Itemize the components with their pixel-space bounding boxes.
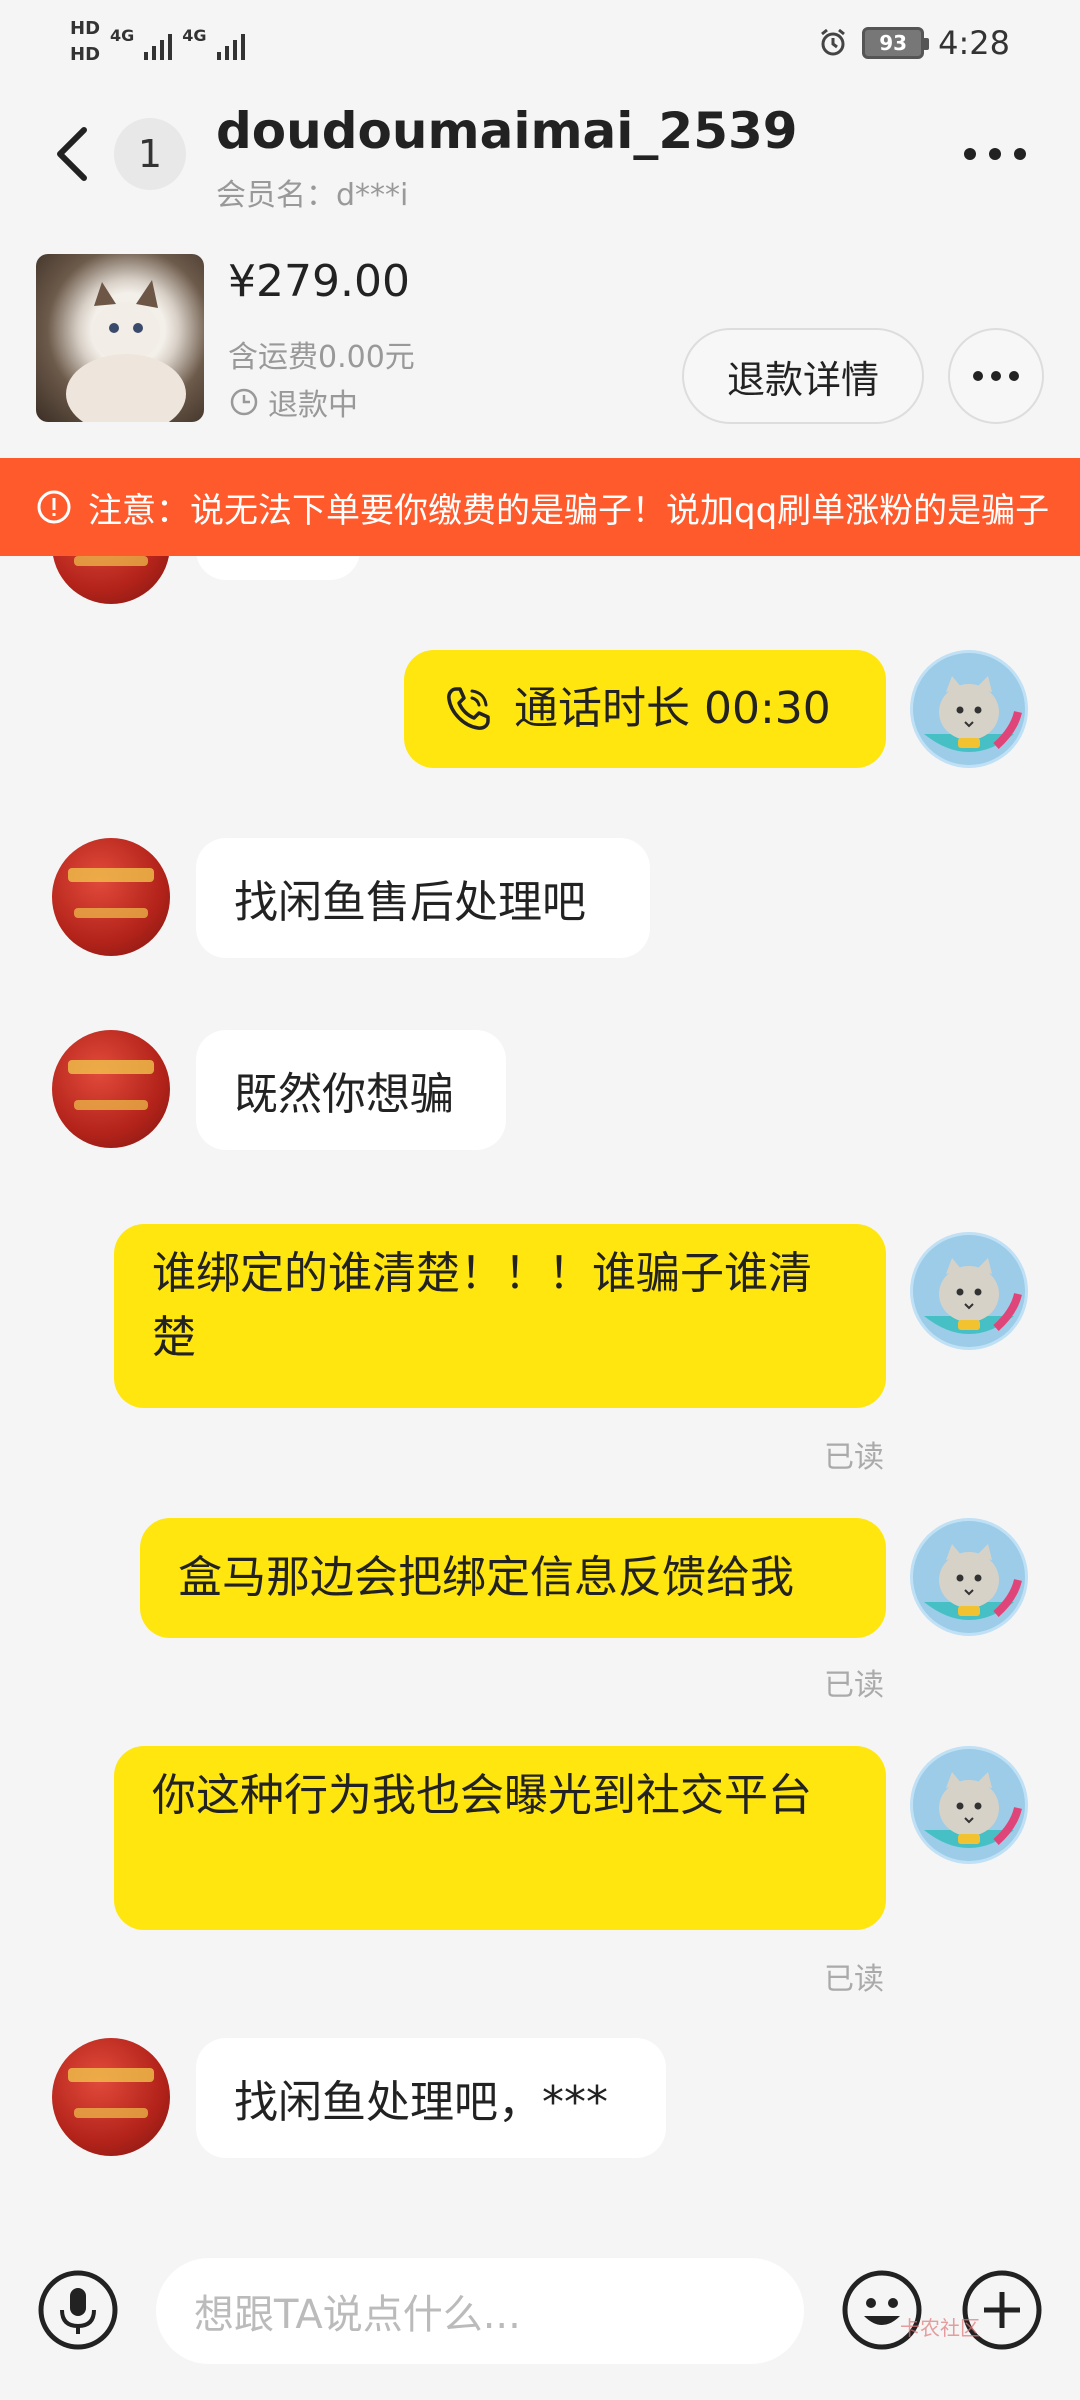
message-bubble[interactable]: 谁绑定的谁清楚！！！谁骗子谁清楚 <box>114 1224 886 1408</box>
hd-label-2: HD <box>70 44 101 65</box>
other-avatar[interactable] <box>52 556 170 604</box>
more-icon[interactable] <box>960 144 1030 164</box>
clock-time: 4:28 <box>938 24 1010 62</box>
refund-details-button[interactable]: 退款详情 <box>682 328 924 424</box>
network-label-2: 4G <box>182 26 207 45</box>
network-label-1: 4G <box>110 26 135 45</box>
alarm-icon <box>821 28 846 56</box>
status-right: 93 4:28 <box>818 24 1010 62</box>
scam-warning-banner: 注意：说无法下单要你缴费的是骗子！说加qq刷单涨粉的是骗子 <box>0 458 1080 556</box>
status-bar: HD HD 4G 4G 93 4:28 <box>0 0 1080 92</box>
warning-text: 注意：说无法下单要你缴费的是骗子！说加qq刷单涨粉的是骗子 <box>88 490 1050 531</box>
input-bar: 想跟TA说点什么... 卡农社区 <box>0 2246 1080 2400</box>
product-more-button[interactable] <box>948 328 1044 424</box>
call-record-bubble[interactable]: 通话时长 00:30 <box>404 650 886 768</box>
read-receipt: 已读 <box>824 1440 884 1475</box>
message-list[interactable]: 通话时长 00:30 找闲鱼售后处理吧 既然你想骗 谁绑定的谁清楚！！！谁骗子谁… <box>0 556 1080 2246</box>
back-icon[interactable] <box>48 122 96 186</box>
astronaut-cat-icon <box>913 1521 1025 1633</box>
signal-icon-2 <box>216 30 245 60</box>
astronaut-cat-icon <box>913 1749 1025 1861</box>
member-name: 会员名：d***i <box>216 178 409 213</box>
signal-icon <box>144 30 173 60</box>
microphone-icon[interactable] <box>36 2268 120 2352</box>
message-text: 找闲鱼处理吧，*** <box>234 2077 608 2128</box>
product-card[interactable]: ¥279.00 含运费0.00元 退款中 退款详情 <box>0 242 1080 458</box>
astronaut-cat-icon <box>913 653 1025 765</box>
message-text: 既然你想骗 <box>234 1069 454 1120</box>
unread-count-badge[interactable]: 1 <box>114 118 186 190</box>
cat-illustration <box>66 280 186 422</box>
more-icon <box>973 371 1019 381</box>
call-duration-text: 通话时长 00:30 <box>514 683 831 734</box>
message-bubble[interactable]: 盒马那边会把绑定信息反馈给我 <box>140 1518 886 1638</box>
message-input[interactable]: 想跟TA说点什么... <box>156 2258 804 2364</box>
astronaut-cat-icon <box>913 1235 1025 1347</box>
warning-icon <box>37 490 71 524</box>
message-text: 你这种行为我也会曝光到社交平台 <box>152 1770 812 1821</box>
message-bubble[interactable]: 找闲鱼售后处理吧 <box>196 838 650 958</box>
other-avatar[interactable] <box>52 838 170 956</box>
watermark: 卡农社区 <box>900 2316 980 2340</box>
clock-icon <box>230 388 258 416</box>
message-text: 谁绑定的谁清楚！！！谁骗子谁清楚 <box>152 1248 812 1363</box>
message-bubble[interactable]: 找闲鱼处理吧，*** <box>196 2038 666 2158</box>
status-left: HD HD 4G 4G <box>70 18 245 66</box>
message-bubble-partial[interactable] <box>196 556 360 580</box>
my-avatar[interactable] <box>910 1518 1028 1636</box>
other-avatar[interactable] <box>52 2038 170 2156</box>
message-bubble[interactable]: 既然你想骗 <box>196 1030 506 1150</box>
shipping-fee: 含运费0.00元 <box>228 340 415 375</box>
chat-title: doudoumaimai_2539 <box>216 102 798 160</box>
message-bubble[interactable]: 你这种行为我也会曝光到社交平台 <box>114 1746 886 1930</box>
hd-label-1: HD <box>70 18 101 39</box>
message-text: 找闲鱼售后处理吧 <box>234 877 586 928</box>
hd-indicators: HD HD <box>70 18 100 66</box>
message-text: 盒马那边会把绑定信息反馈给我 <box>178 1552 794 1603</box>
my-avatar[interactable] <box>910 1746 1028 1864</box>
other-avatar[interactable] <box>52 1030 170 1148</box>
product-price: ¥279.00 <box>228 256 410 307</box>
battery-indicator: 93 <box>862 27 930 59</box>
read-receipt: 已读 <box>824 1668 884 1703</box>
my-avatar[interactable] <box>910 1232 1028 1350</box>
phone-icon <box>447 687 490 730</box>
read-receipt: 已读 <box>824 1962 884 1997</box>
product-image[interactable] <box>36 254 204 422</box>
order-status-label: 退款中 <box>268 388 358 423</box>
order-status: 退款中 <box>228 380 358 424</box>
chat-header: 1 doudoumaimai_2539 会员名：d***i <box>0 92 1080 242</box>
my-avatar[interactable] <box>910 650 1028 768</box>
